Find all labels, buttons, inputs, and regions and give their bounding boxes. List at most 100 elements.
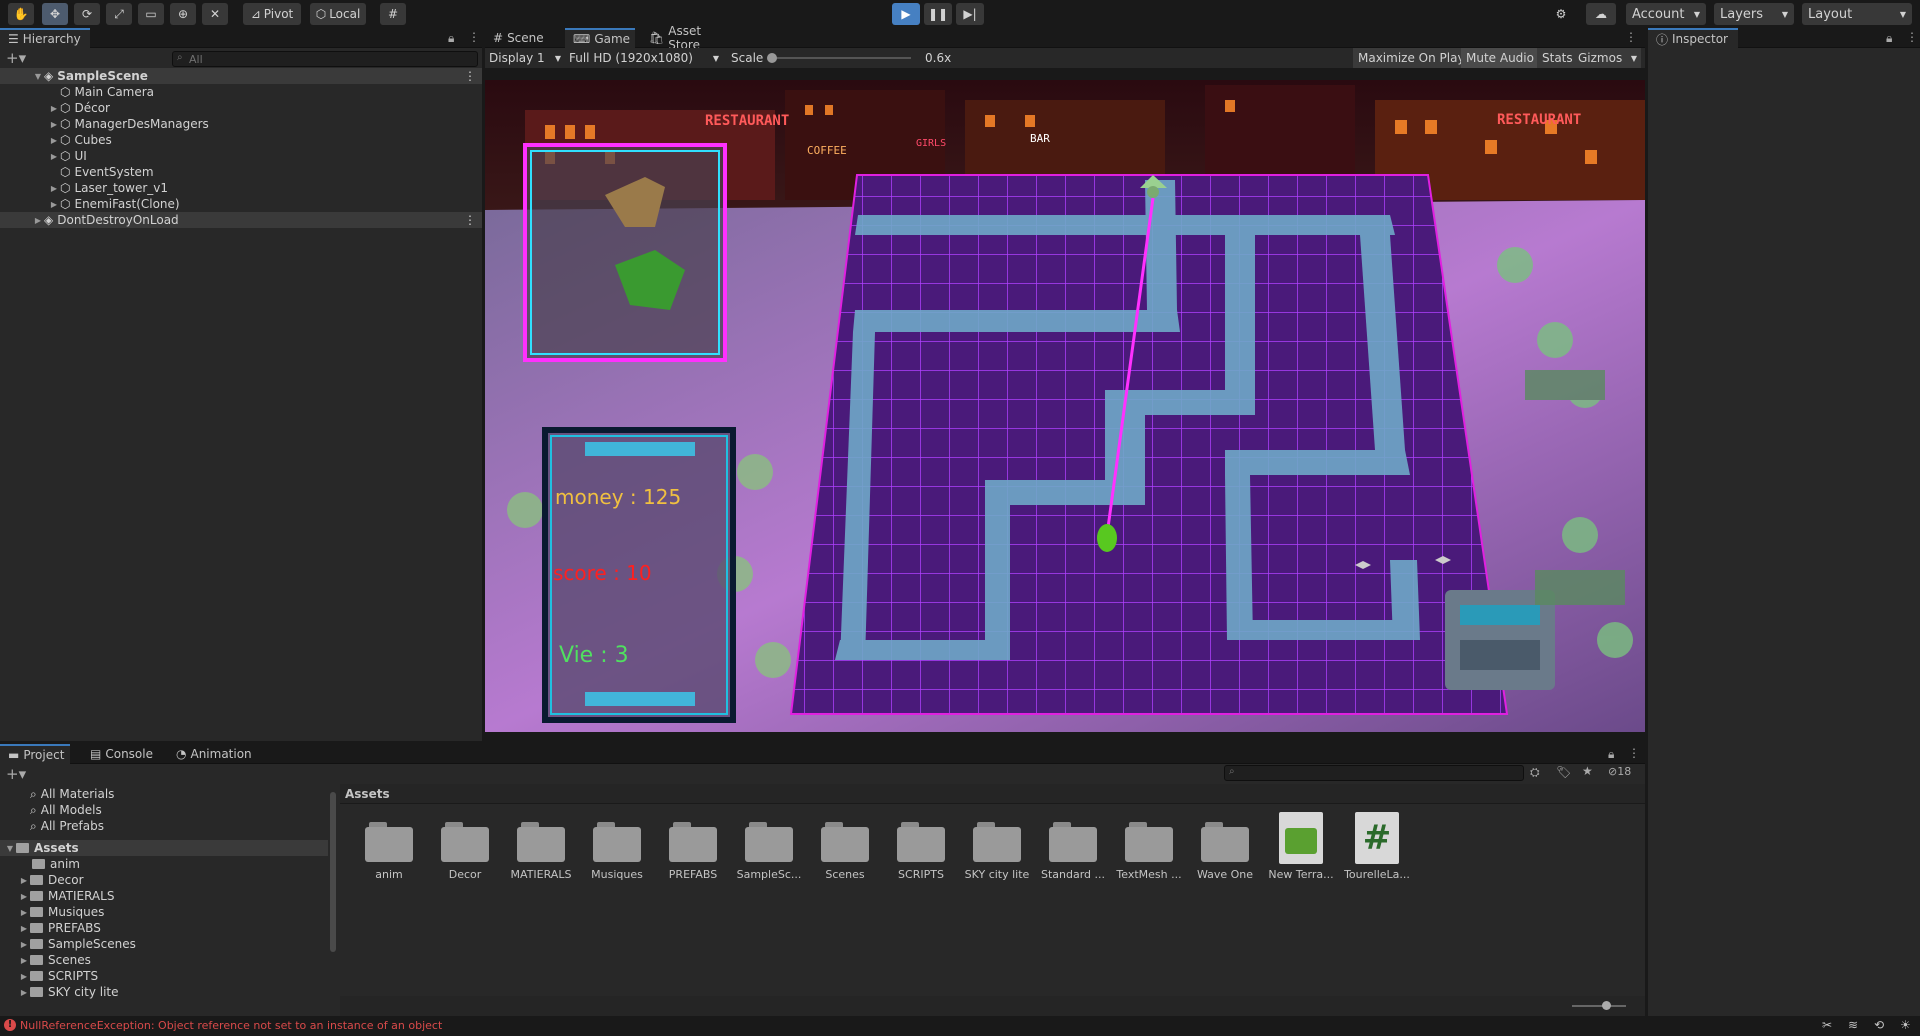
expand-arrow-icon[interactable]: ▼ [32,72,44,81]
hierarchy-item[interactable]: ▶ ⬡ Cubes [0,132,112,148]
scale-tool-button[interactable]: ⤢ [106,3,132,25]
asset-item[interactable]: SCRIPTS [888,822,954,881]
resolution-dropdown[interactable]: Full HD (1920x1080) ▼ [569,48,721,68]
asset-item[interactable]: Wave One [1192,822,1258,881]
zoom-slider-thumb[interactable] [1602,1001,1611,1010]
expand-arrow-icon[interactable]: ▶ [18,988,30,997]
layout-dropdown[interactable]: Layout ▼ [1802,3,1912,25]
tree-folder[interactable]: ▶ Musiques [0,904,104,920]
tree-scrollbar[interactable] [330,792,336,952]
asset-item[interactable]: Musiques [584,822,650,881]
lock-icon[interactable]: 🔒︎ [1608,747,1614,762]
expand-arrow-icon[interactable]: ▶ [18,924,30,933]
expand-arrow-icon[interactable]: ▶ [48,200,60,209]
account-dropdown[interactable]: Account ▼ [1626,3,1706,25]
hierarchy-item[interactable]: ▶ ⬡ ManagerDesManagers [0,116,209,132]
asset-item[interactable]: anim [356,822,422,881]
progress-icon[interactable]: ≋ [1848,1018,1858,1032]
asset-item[interactable]: New Terra... [1268,812,1334,881]
tree-folder[interactable]: ▶ SKY city lite [0,984,119,1000]
asset-item[interactable]: SKY city lite [964,822,1030,881]
lock-icon[interactable]: 🔒︎ [1886,31,1892,46]
kebab-menu-icon[interactable]: ⋮ [464,213,476,227]
add-object-button[interactable]: +▾ [6,49,26,67]
custom-tool-button[interactable]: ✕ [202,3,228,25]
kebab-menu-icon[interactable]: ⋮ [468,30,480,44]
kebab-menu-icon[interactable]: ⋮ [1906,30,1918,44]
expand-arrow-icon[interactable]: ▶ [18,956,30,965]
play-button[interactable]: ▶ [892,3,920,25]
expand-arrow-icon[interactable]: ▶ [48,136,60,145]
transform-tool-button[interactable]: ⊕ [170,3,196,25]
error-message[interactable]: NullReferenceException: Object reference… [20,1019,442,1032]
expand-arrow-icon[interactable]: ▶ [32,216,44,225]
hierarchy-item[interactable]: ⬡ EventSystem [0,164,154,180]
display-dropdown[interactable]: Display 1 ▼ [489,48,563,68]
hierarchy-item[interactable]: ▶ ⬡ Décor [0,100,110,116]
tab-animation[interactable]: ◔ Animation [168,744,260,764]
tab-project[interactable]: ▬ Project [0,744,70,764]
tree-folder[interactable]: ▶ PREFABS [0,920,101,936]
tab-inspector[interactable]: ⓘ Inspector [1648,28,1738,48]
tree-folder[interactable]: ▶ SCRIPTS [0,968,98,984]
expand-arrow-icon[interactable]: ▶ [18,940,30,949]
stats-toggle[interactable]: Stats [1537,48,1578,68]
tree-folder[interactable]: ▶ MATIERALS [0,888,115,904]
favorite-item[interactable]: ⌕ All Materials [0,786,114,802]
hierarchy-item[interactable]: ⬡ Main Camera [0,84,154,100]
grid-snap-button[interactable]: # [380,3,406,25]
scene-row[interactable]: ▼ ◈ SampleScene ⋮ [0,68,482,84]
light-icon[interactable]: ☀ [1900,1018,1911,1032]
hierarchy-item[interactable]: ▶ ⬡ UI [0,148,87,164]
expand-arrow-icon[interactable]: ▼ [4,844,16,853]
asset-item[interactable]: PREFABS [660,822,726,881]
filter-type-icon[interactable]: ⛭ [1530,765,1540,780]
sync-icon[interactable]: ⟲ [1874,1018,1884,1032]
move-tool-button[interactable]: ✥ [42,3,68,25]
create-asset-button[interactable]: +▾ [6,765,26,783]
cloud-button[interactable]: ☁ [1586,3,1616,25]
expand-arrow-icon[interactable]: ▶ [18,892,30,901]
expand-arrow-icon[interactable]: ▶ [18,876,30,885]
local-toggle[interactable]: ⬡ Local [310,3,366,25]
rotate-tool-button[interactable]: ⟳ [74,3,100,25]
layers-dropdown[interactable]: Layers ▼ [1714,3,1794,25]
project-search-input[interactable]: ⌕ [1224,765,1524,781]
expand-arrow-icon[interactable]: ▶ [48,104,60,113]
collab-button[interactable]: ⚙ [1548,3,1574,25]
kebab-menu-icon[interactable]: ⋮ [464,69,476,83]
gizmos-dropdown[interactable]: Gizmos ▼ [1573,48,1641,68]
expand-arrow-icon[interactable]: ▶ [18,908,30,917]
kebab-menu-icon[interactable]: ⋮ [1628,746,1640,760]
tree-folder[interactable]: ▶ Decor [0,872,84,888]
tree-folder[interactable]: ▶ SampleScenes [0,936,136,952]
rect-tool-button[interactable]: ▭ [138,3,164,25]
asset-item[interactable]: TextMesh ... [1116,822,1182,881]
tab-asset-store[interactable]: 🛍︎ Asset Store [641,24,741,52]
breadcrumb-item[interactable]: Assets [345,787,390,801]
tab-game[interactable]: ⌨ Game [565,28,635,48]
favorite-item[interactable]: ⌕ All Models [0,802,102,818]
kebab-menu-icon[interactable]: ⋮ [1625,30,1637,44]
favorite-item[interactable]: ⌕ All Prefabs [0,818,104,834]
pivot-toggle[interactable]: ⊿ Pivot [243,3,301,25]
tab-scene[interactable]: # Scene [485,28,555,48]
expand-arrow-icon[interactable]: ▶ [48,184,60,193]
asset-item[interactable]: # TourelleLa... [1344,812,1410,881]
asset-item[interactable]: MATIERALS [508,822,574,881]
assets-root[interactable]: ▼ Assets [0,840,328,856]
asset-item[interactable]: Scenes [812,822,878,881]
game-view[interactable]: RESTAURANT COFFEE GIRLS BAR RESTAURANT m… [485,80,1645,732]
slider-thumb[interactable] [767,53,777,63]
pause-button[interactable]: ❚❚ [924,3,952,25]
hierarchy-item[interactable]: ▶ ⬡ EnemiFast(Clone) [0,196,180,212]
expand-arrow-icon[interactable]: ▶ [48,152,60,161]
debug-icon[interactable]: ✂ [1822,1018,1832,1032]
tree-folder[interactable]: anim [0,856,80,872]
tab-console[interactable]: ▤ Console [82,744,162,764]
ddol-row[interactable]: ▶ ◈ DontDestroyOnLoad ⋮ [0,212,482,228]
hidden-packages-counter[interactable]: ⊘18 [1608,765,1631,778]
hand-tool-button[interactable]: ✋ [8,3,34,25]
asset-item[interactable]: Standard ... [1040,822,1106,881]
hierarchy-search-input[interactable]: ⌕ All [172,51,478,67]
